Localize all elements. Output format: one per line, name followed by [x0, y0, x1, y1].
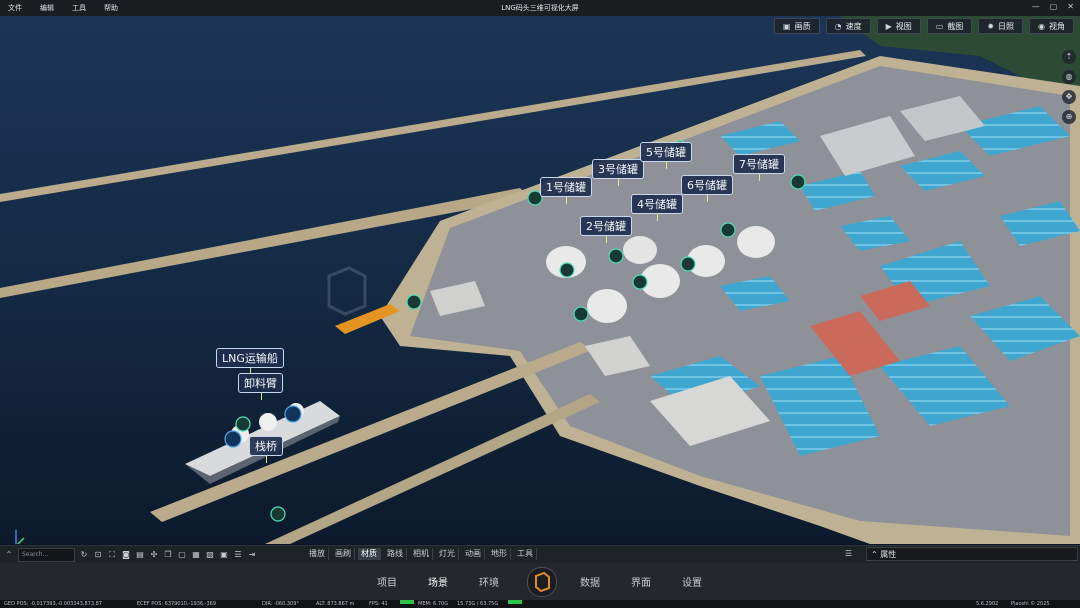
quality-button[interactable]: ▣ 画质 — [774, 18, 820, 34]
fps-readout: FPS: 41 — [369, 601, 388, 607]
menu-bar: 文件 编辑 工具 帮助 LNG码头三维可视化大屏 — ▢ ✕ — [0, 0, 1080, 17]
quality-label: 画质 — [794, 21, 811, 31]
altitude-readout: ALT: 873.867 m — [316, 601, 355, 607]
speed-button[interactable]: ◔ 速度 — [825, 18, 871, 34]
geo-position: GEO POS: -0.017393,-0.003343,873.87 — [4, 601, 102, 607]
square-icon[interactable]: ▢ — [177, 550, 187, 560]
view-toolbar: ▣ 画质 ◔ 速度 ▶ 视图 ▭ 截图 ✹ 日照 ◉ 视角 — [774, 18, 1074, 34]
tab-material[interactable]: 材质 — [358, 548, 381, 560]
scene-render — [0, 16, 1080, 544]
tab-terrain[interactable]: 地形 — [488, 548, 511, 560]
camera-view-icon: ▶ — [885, 21, 892, 31]
screenshot-label: 截图 — [947, 21, 964, 31]
tank-6-label[interactable]: 6号储罐 — [681, 175, 733, 202]
gpu-memory-readout: 15.73G / 63.75G — [457, 601, 499, 607]
direction-readout: DIR: -060.309° — [262, 601, 299, 607]
status-bar: GEO POS: -0.017393,-0.003343,873.87 ECEF… — [0, 600, 1080, 608]
toolbar-left: ⌃ Search... ↻ ⊡ ⛶ ◙ ▤ ✣ ❐ ▢ ▦ ▧ ▣ ☰ ⇥ — [4, 548, 257, 562]
minimize-icon[interactable]: — — [1032, 2, 1040, 11]
collapse-icon[interactable]: ⌃ — [4, 550, 14, 560]
nav-scene[interactable]: 场景 — [428, 574, 448, 589]
scene-viewport[interactable]: 1号储罐 2号储罐 3号储罐 4号储罐 5号储罐 6号储罐 7号储罐 LNG运输… — [0, 16, 1080, 544]
logo-watermark-icon — [327, 266, 367, 316]
tab-play[interactable]: 播放 — [306, 548, 329, 560]
view-label: 视图 — [895, 21, 912, 31]
menu-icon[interactable]: ☰ — [845, 549, 852, 558]
tank-2-label[interactable]: 2号储罐 — [580, 216, 632, 243]
tab-light[interactable]: 灯光 — [436, 548, 459, 560]
tab-animation[interactable]: 动画 — [462, 548, 485, 560]
logo-icon[interactable] — [527, 567, 557, 597]
tab-camera[interactable]: 相机 — [410, 548, 433, 560]
nav-data[interactable]: 数据 — [580, 574, 600, 589]
toolbar-tabs: 播放 画刷 材质 路线 相机 灯光 动画 地形 工具 — [306, 548, 537, 560]
search-input[interactable]: Search... — [18, 548, 75, 562]
tank-3-label[interactable]: 3号储罐 — [592, 159, 644, 186]
ship-label[interactable]: LNG运输船 — [216, 348, 284, 375]
tab-brush[interactable]: 画刷 — [332, 548, 355, 560]
bottom-nav: 项目 场景 环境 数据 界面 设置 — [0, 563, 1080, 600]
screenshot-button[interactable]: ▭ 截图 — [926, 18, 973, 34]
tank-7-label[interactable]: 7号储罐 — [733, 154, 785, 181]
copyright-text: Plaoshi © 2025 — [1011, 601, 1050, 607]
refresh-icon[interactable]: ↻ — [79, 550, 89, 560]
copy-icon[interactable]: ❐ — [163, 550, 173, 560]
properties-label: 属性 — [880, 550, 897, 559]
camera-snap-icon[interactable]: ◙ — [121, 550, 131, 560]
screenshot-icon: ▭ — [935, 21, 944, 31]
folder-icon[interactable]: ▤ — [135, 550, 145, 560]
tab-route[interactable]: 路线 — [384, 548, 407, 560]
sunlight-label: 日照 — [998, 21, 1015, 31]
close-icon[interactable]: ✕ — [1067, 2, 1074, 11]
tab-tools[interactable]: 工具 — [514, 548, 537, 560]
tank-5-label[interactable]: 5号储罐 — [640, 142, 692, 169]
unloading-arm-label[interactable]: 卸料臂 — [238, 373, 283, 400]
compass-icon[interactable]: ⇡ — [1062, 50, 1076, 64]
grid-icon[interactable]: ▦ — [191, 550, 201, 560]
ecef-position: ECEF POS: 6379010,-1936,-369 — [137, 601, 216, 607]
save-icon[interactable]: ▣ — [219, 550, 229, 560]
speed-label: 速度 — [845, 21, 862, 31]
list-icon[interactable]: ☰ — [233, 550, 243, 560]
properties-panel-header[interactable]: ⌃ 属性 — [866, 547, 1078, 561]
pan-icon[interactable]: ✥ — [1062, 90, 1076, 104]
maximize-icon[interactable]: ▢ — [1050, 2, 1058, 11]
sunlight-button[interactable]: ✹ 日照 — [978, 18, 1024, 34]
version-readout: 5.6.2902 — [976, 601, 999, 607]
image-icon: ▣ — [783, 21, 791, 31]
perspective-button[interactable]: ◉ 视角 — [1029, 18, 1074, 34]
image-add-icon[interactable]: ▧ — [205, 550, 215, 560]
globe-icon[interactable]: ◍ — [1062, 70, 1076, 84]
target-icon[interactable]: ⊡ — [93, 550, 103, 560]
nav-environment[interactable]: 环境 — [479, 574, 499, 589]
tank-4-label[interactable]: 4号储罐 — [631, 194, 683, 221]
frame-icon[interactable]: ⛶ — [107, 550, 117, 560]
window-controls: — ▢ ✕ — [1032, 2, 1074, 11]
perspective-label: 视角 — [1049, 21, 1065, 31]
window-title: LNG码头三维可视化大屏 — [501, 4, 579, 12]
view-button[interactable]: ▶ 视图 — [876, 18, 921, 34]
speed-icon: ◔ — [834, 21, 842, 31]
eye-icon: ◉ — [1038, 21, 1045, 31]
memory-readout: MEM: 6.70G — [418, 601, 449, 607]
nav-interface[interactable]: 界面 — [631, 574, 651, 589]
tank-1-label[interactable]: 1号储罐 — [540, 177, 592, 204]
sun-icon: ✹ — [987, 21, 995, 31]
navigation-widgets: ⇡ ◍ ✥ ⊕ — [1062, 50, 1076, 124]
editor-toolbar: ⌃ Search... ↻ ⊡ ⛶ ◙ ▤ ✣ ❐ ▢ ▦ ▧ ▣ ☰ ⇥ 播放… — [0, 545, 1080, 564]
trestle-label[interactable]: 栈桥 — [249, 436, 283, 463]
axis-gizmo-icon — [15, 530, 25, 544]
pin-icon[interactable]: ⇥ — [247, 550, 257, 560]
nav-settings[interactable]: 设置 — [682, 574, 702, 589]
nav-project[interactable]: 项目 — [377, 574, 397, 589]
zoom-icon[interactable]: ⊕ — [1062, 110, 1076, 124]
expand-icon[interactable]: ✣ — [149, 550, 159, 560]
